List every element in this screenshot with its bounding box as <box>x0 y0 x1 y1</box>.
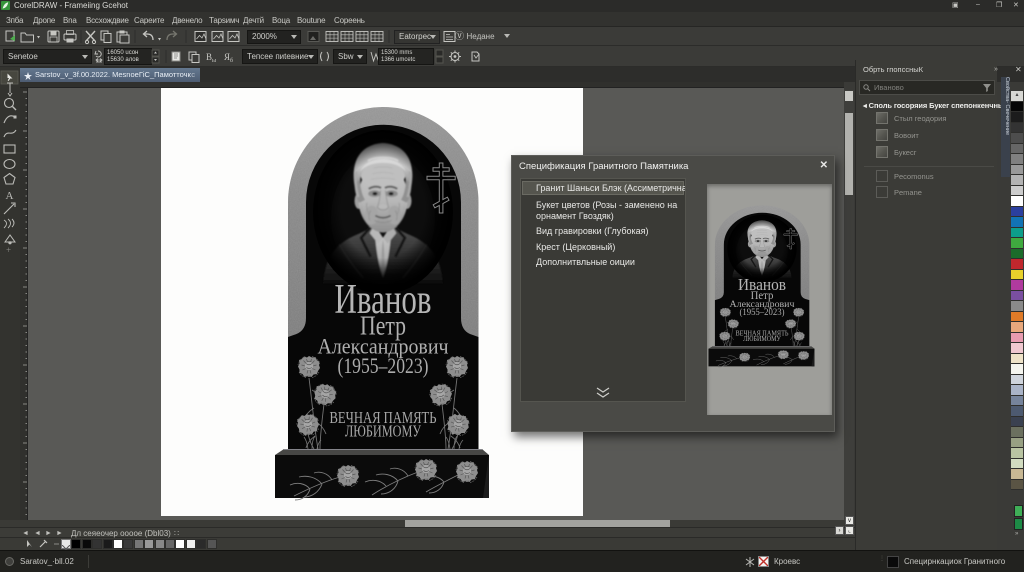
svg-text:Вы: Вы <box>206 52 216 64</box>
svg-text:+: + <box>6 245 11 255</box>
svg-text:Яб: Яб <box>224 52 233 64</box>
svg-text:A: A <box>6 190 14 202</box>
